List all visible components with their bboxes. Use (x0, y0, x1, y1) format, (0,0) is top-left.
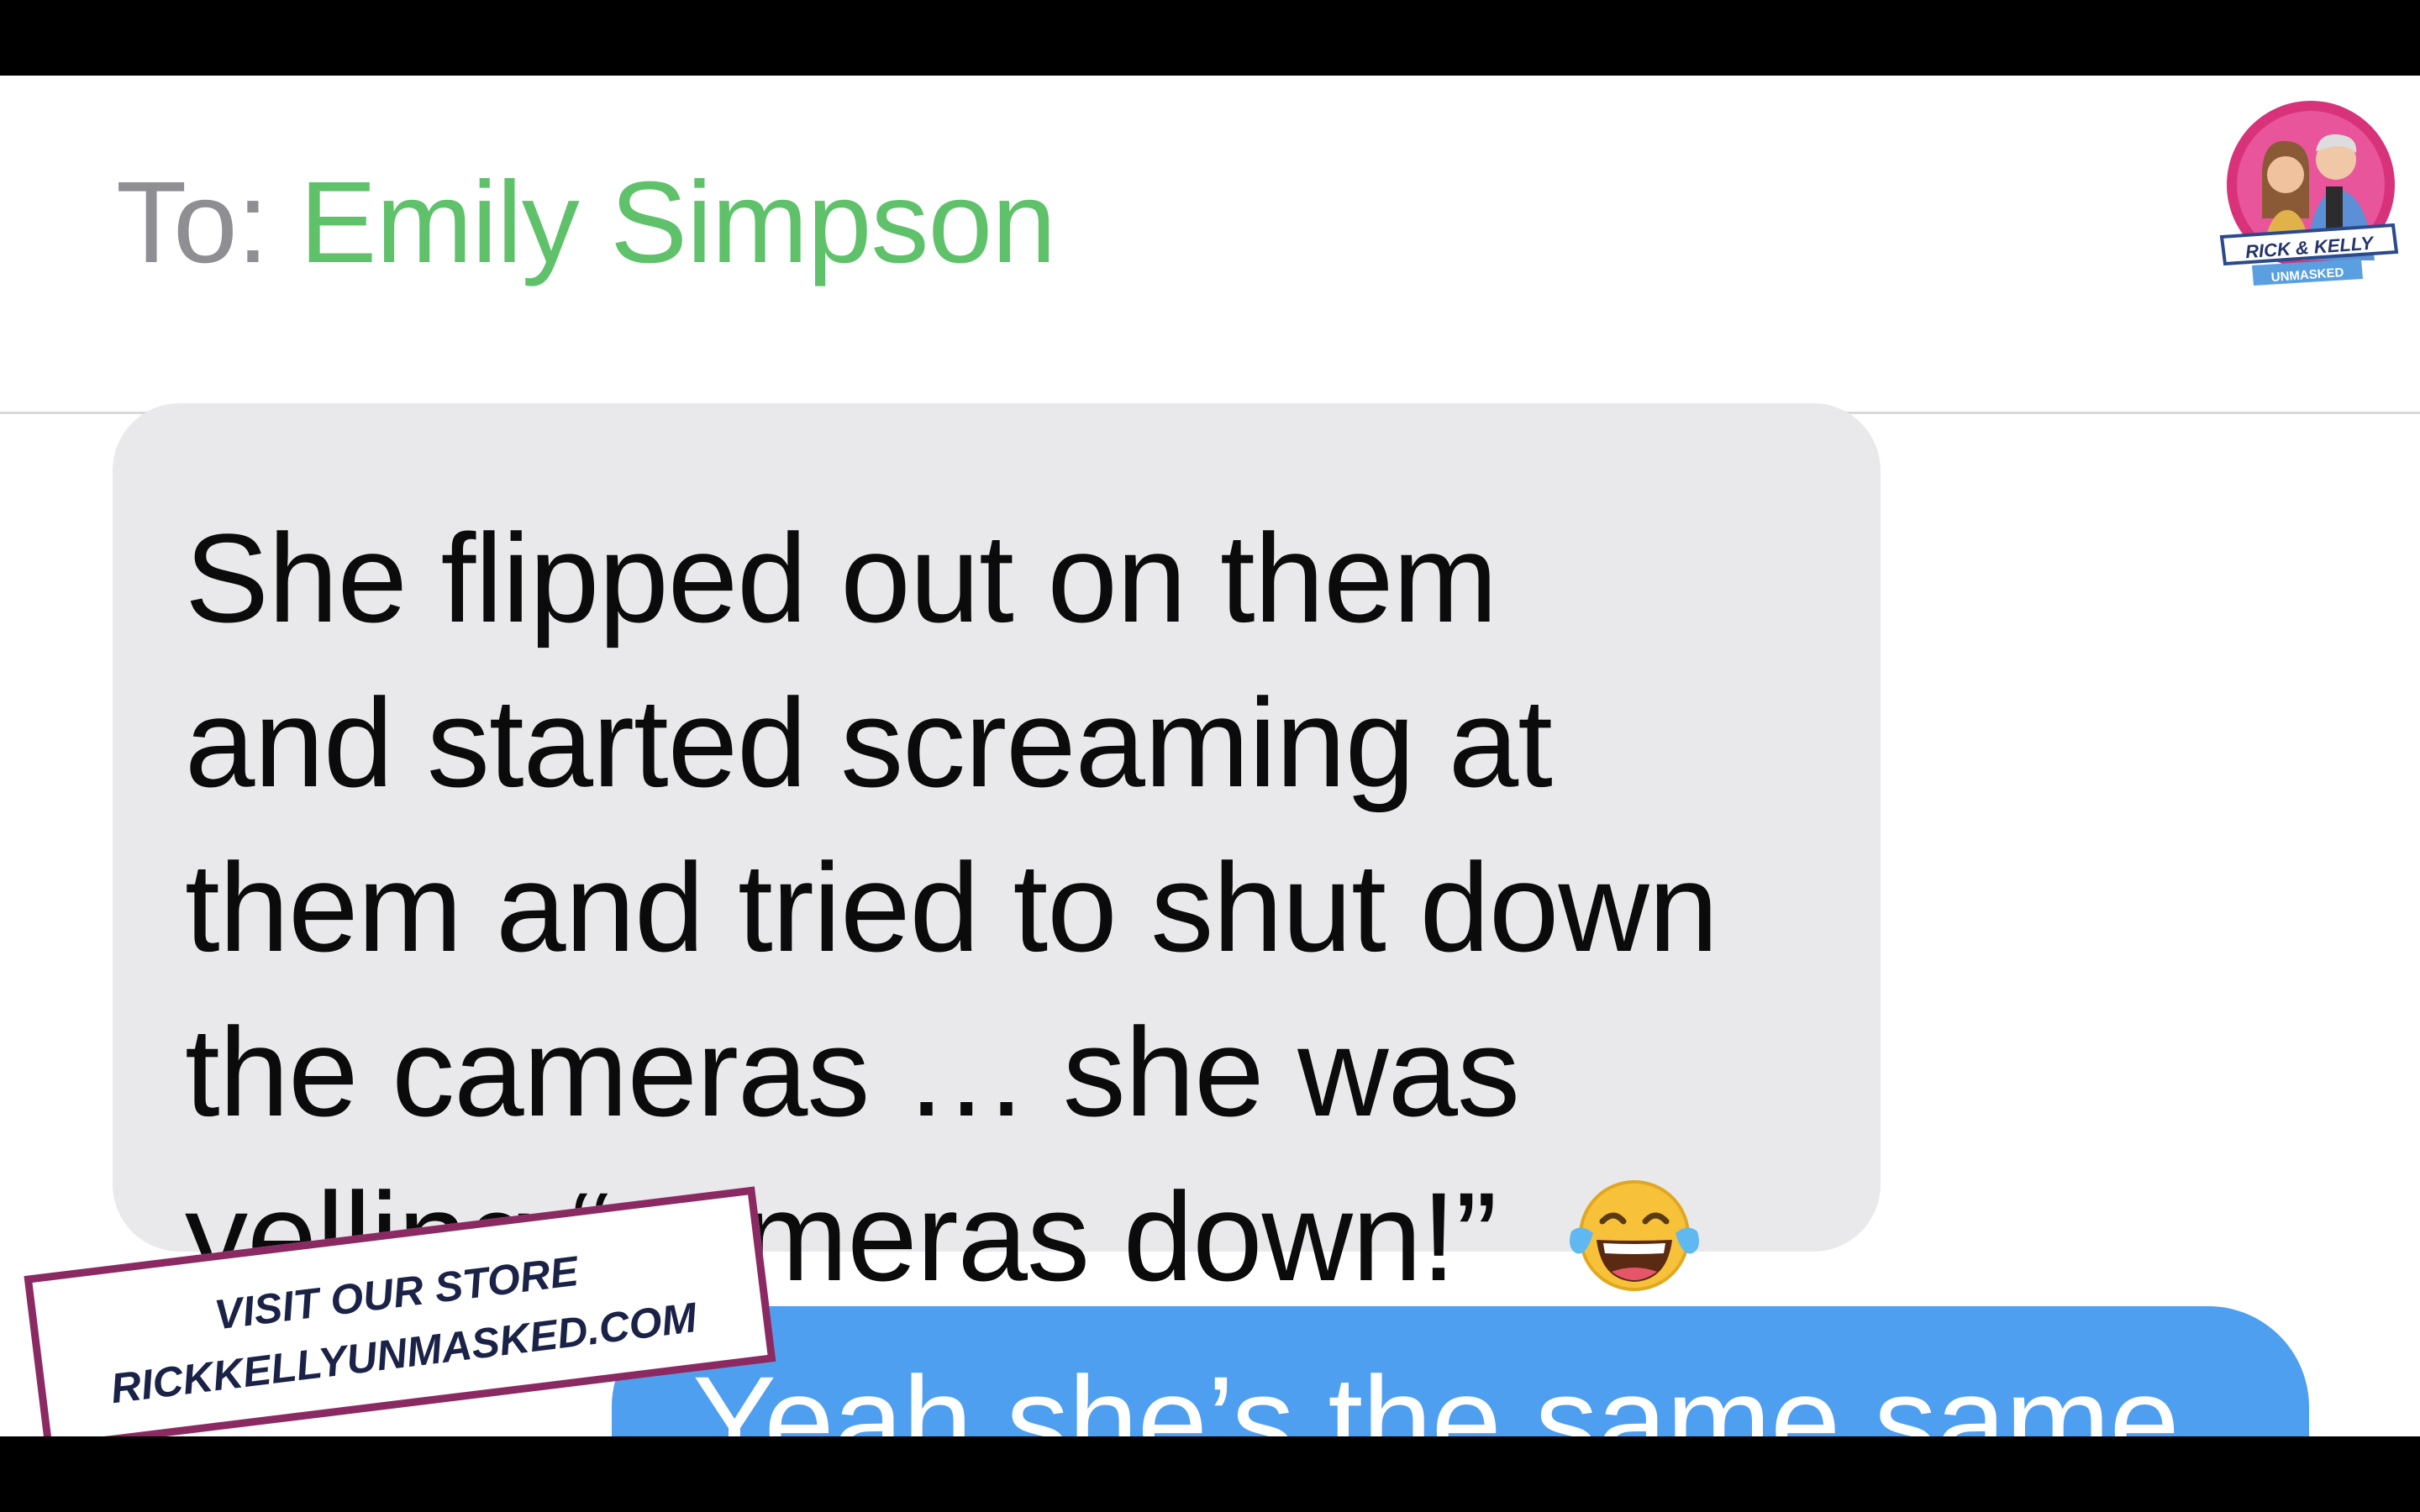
message-line: and started screaming at (185, 672, 1553, 813)
face-with-tears-of-joy-icon (1569, 1180, 1699, 1291)
recipient-field[interactable]: To: Emily Simpson (116, 156, 1056, 290)
message-line: the cameras … she was (185, 1001, 1520, 1142)
logo-wordmark: RICK & KELLY UNMASKED (2219, 223, 2399, 286)
message-line: them and tried to shut down (185, 837, 1718, 978)
message-screen: To: Emily Simpson RICK & KELLY UNMASKED … (0, 76, 2420, 1436)
to-label: To: (116, 158, 269, 287)
outgoing-message-bubble[interactable]: Yeah she’s the same same (612, 1306, 2309, 1436)
recipient-name[interactable]: Emily Simpson (299, 158, 1056, 287)
message-header: To: Emily Simpson RICK & KELLY UNMASKED (0, 76, 2420, 414)
store-promo-banner[interactable]: VISIT OUR STORE RICKKELLYUNMASKED.COM (24, 1186, 776, 1436)
incoming-message-bubble[interactable]: She flipped out on them and started scre… (113, 403, 1881, 1307)
outgoing-message-text: Yeah she’s the same same (692, 1350, 2180, 1436)
letterbox-top (0, 0, 2420, 76)
letterbox-bottom (0, 1436, 2420, 1512)
incoming-message-text: She flipped out on them and started scre… (185, 496, 1865, 1319)
rick-kelly-unmasked-logo: RICK & KELLY UNMASKED (2219, 101, 2399, 286)
message-line: She flipped out on them (185, 507, 1497, 648)
